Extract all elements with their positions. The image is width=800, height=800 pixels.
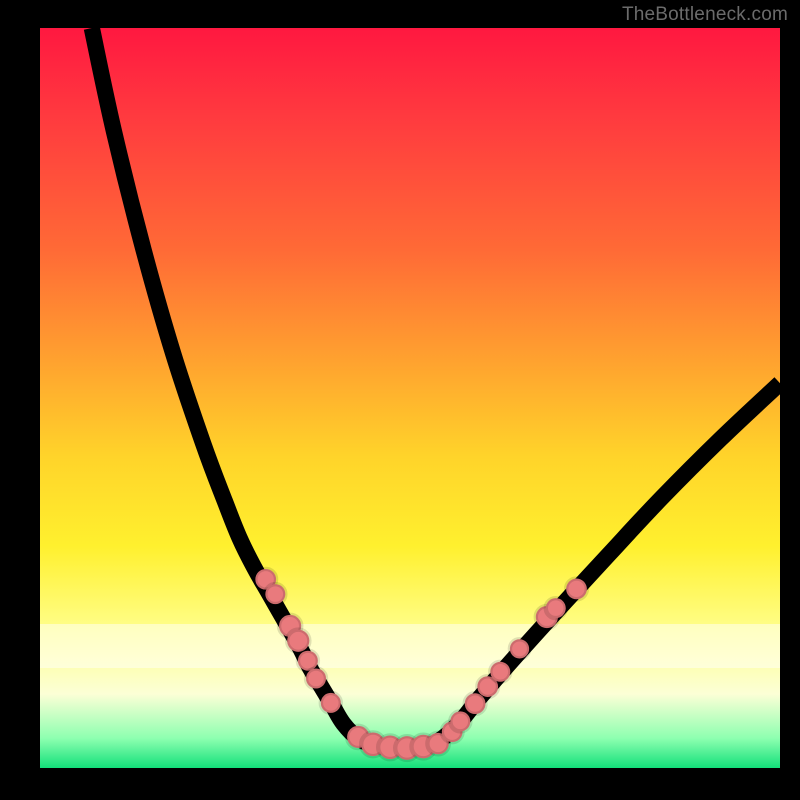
highlight-dot [287,630,309,652]
highlight-dot [450,711,470,731]
highlight-dots [255,569,587,760]
highlight-dot [566,579,587,600]
highlight-dot [306,668,326,688]
highlight-dot [510,639,529,658]
watermark-text: TheBottleneck.com [622,4,788,26]
highlight-dot [321,693,341,713]
chart-frame: TheBottleneck.com [0,0,800,800]
highlight-dot [490,662,510,682]
chart-overlay [40,28,780,768]
bottleneck-curve [92,28,780,748]
highlight-dot [546,598,566,618]
highlight-dot [265,584,285,604]
plot-area [40,28,780,768]
